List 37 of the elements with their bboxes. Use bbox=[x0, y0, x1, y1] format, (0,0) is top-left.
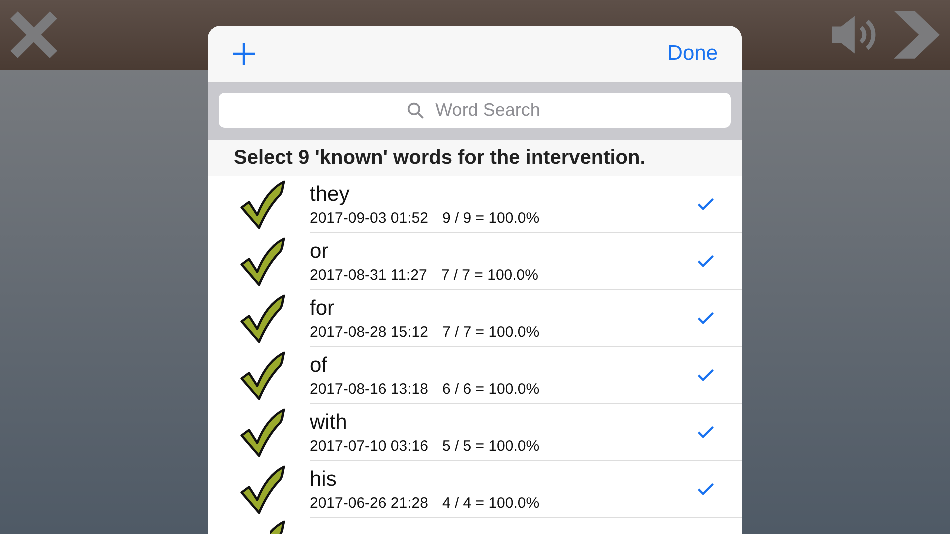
checkmark-icon bbox=[240, 350, 286, 400]
word-label: or bbox=[310, 240, 330, 264]
checkmark-icon bbox=[270, 520, 286, 534]
close-icon[interactable] bbox=[8, 9, 60, 61]
score-label: 9 / 9 = 100.0% bbox=[442, 210, 540, 226]
score-label: 7 / 7 = 100.0% bbox=[442, 324, 540, 340]
date-label: 2017-08-28 15:12 bbox=[310, 324, 428, 340]
section-title: Select 9 'known' words for the intervention. bbox=[234, 146, 646, 170]
word-label: with bbox=[310, 410, 348, 434]
word-row[interactable]: for 2017-08-28 15:12 7 / 7 = 100.0% bbox=[208, 290, 742, 347]
date-label: 2017-07-10 03:16 bbox=[310, 438, 428, 454]
word-row[interactable]: of 2017-08-16 13:18 6 / 6 = 100.0% bbox=[208, 347, 742, 404]
search-icon bbox=[407, 102, 425, 120]
score-label: 5 / 5 = 100.0% bbox=[442, 438, 540, 454]
search-field[interactable]: Word Search bbox=[219, 93, 731, 128]
word-label: for bbox=[310, 296, 336, 320]
word-row[interactable]: or 2017-08-31 11:27 7 / 7 = 100.0% bbox=[208, 233, 742, 290]
score-label: 6 / 6 = 100.0% bbox=[442, 380, 540, 398]
word-label: of bbox=[310, 354, 329, 378]
score-label: 7 / 7 = 100.0% bbox=[441, 266, 538, 284]
date-label: 2017-08-31 11:27 bbox=[310, 266, 428, 284]
checkmark-icon bbox=[240, 408, 286, 458]
add-icon[interactable] bbox=[232, 42, 256, 66]
word-label: they bbox=[310, 182, 351, 206]
date-label: 2017-08-16 13:18 bbox=[310, 380, 428, 398]
done-button[interactable]: Done bbox=[668, 42, 718, 66]
checkmark-icon bbox=[240, 180, 286, 230]
word-row[interactable]: they 2017-09-03 01:52 9 / 9 = 100.0% bbox=[208, 176, 742, 233]
word-row[interactable]: with 2017-07-10 03:16 5 / 5 = 100.0% bbox=[208, 404, 742, 461]
score-label: 4 / 4 = 100.0% bbox=[442, 494, 540, 512]
checkmark-icon bbox=[240, 464, 286, 514]
date-label: 2017-09-03 01:52 bbox=[310, 210, 428, 226]
word-label: his bbox=[310, 468, 338, 492]
checkmark-icon bbox=[240, 294, 286, 344]
date-label: 2017-06-26 21:28 bbox=[310, 494, 428, 512]
checkmark-icon bbox=[240, 236, 286, 286]
word-row[interactable]: his 2017-06-26 21:28 4 / 4 = 100.0% bbox=[208, 461, 742, 518]
